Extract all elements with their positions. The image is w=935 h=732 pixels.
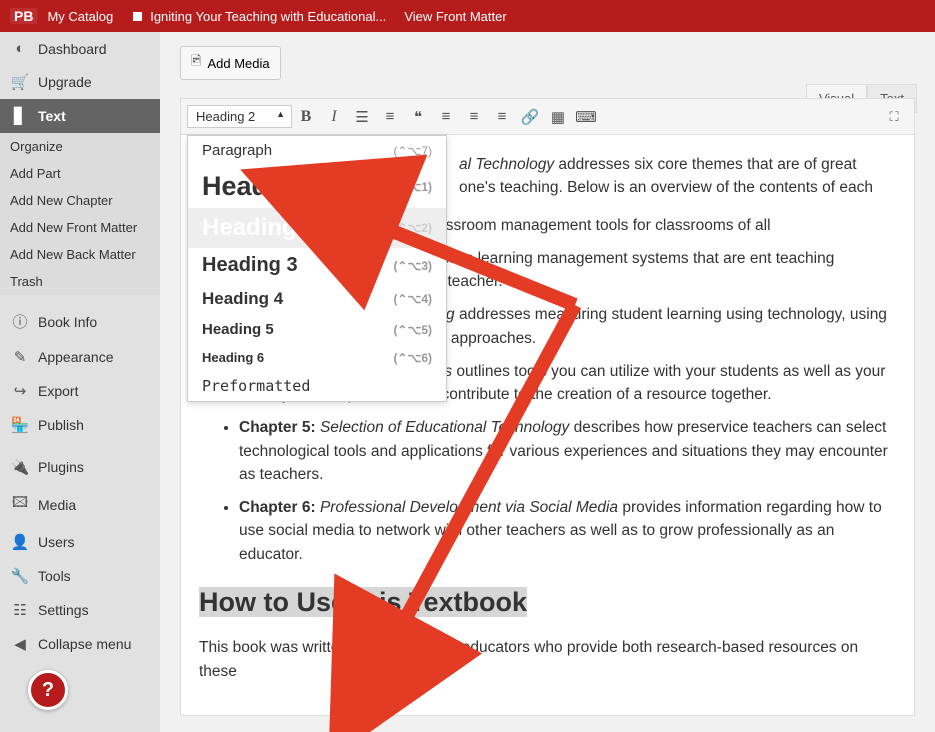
keyboard-button[interactable]: ⌨ [572,103,600,131]
numbered-list-button[interactable]: ≡ [376,103,404,131]
italic-button[interactable]: I [320,103,348,131]
format-option-h3[interactable]: Heading 3(⌃⌥3) [188,248,446,283]
format-option-h1[interactable]: Heading 1(⌃⌥1) [188,165,446,208]
export-icon: ↪ [10,382,30,400]
selected-heading: How to Use this Textbook [199,587,527,617]
media-icon: 🖾 [10,492,30,517]
link-button[interactable]: 🔗 [516,103,544,131]
my-catalog-link[interactable]: My Catalog [47,9,113,24]
book-icon: ▋ [10,107,30,125]
list-item: Chapter 6: Professional Development via … [239,496,896,566]
view-front-matter-link[interactable]: View Front Matter [404,9,506,24]
body-paragraph: This book was written by experienced edu… [199,636,896,683]
sidebar-sub-organize[interactable]: Organize [0,133,160,160]
sidebar-item-book-info[interactable]: ⓘBook Info [0,303,160,340]
sidebar-item-collapse[interactable]: ◀Collapse menu [0,627,160,661]
format-option-preformatted[interactable]: Preformatted [188,371,446,401]
editor-panel: 🖻Add Media Visual Text Heading 2 B I ☰ ≡… [160,32,935,732]
format-select-dropdown[interactable]: Heading 2 [187,105,292,128]
format-option-h6[interactable]: Heading 6(⌃⌥6) [188,344,446,371]
sidebar-sub-trash[interactable]: Trash [0,268,160,295]
sidebar-sub-add-chapter[interactable]: Add New Chapter [0,187,160,214]
align-center-button[interactable]: ≡ [460,103,488,131]
plug-icon: 🔌 [10,458,30,476]
sidebar-item-publish[interactable]: 🏪Publish [0,408,160,442]
sidebar-sub-add-front-matter[interactable]: Add New Front Matter [0,214,160,241]
sidebar-item-text[interactable]: ▋Text [0,99,160,133]
book-title-text: Igniting Your Teaching with Educational.… [150,9,386,24]
blockquote-button[interactable]: ❝ [404,103,432,131]
editor-toolbar: Heading 2 B I ☰ ≡ ❝ ≡ ≡ ≡ 🔗 ▦ ⌨ ⛶ [181,99,914,135]
wrench-icon: 🔧 [10,567,30,585]
format-dropdown: Paragraph(⌃⌥7) Heading 1(⌃⌥1) Heading 2(… [187,135,447,402]
sidebar-item-upgrade[interactable]: 🛒Upgrade [0,65,160,99]
info-icon: ⓘ [10,311,30,332]
media-icon: 🖻 [191,52,201,74]
bullet-list-button[interactable]: ☰ [348,103,376,131]
help-fab[interactable]: ? [28,670,68,710]
add-media-button[interactable]: 🖻Add Media [180,46,281,80]
admin-top-bar: PB My Catalog Igniting Your Teaching wit… [0,0,935,32]
pb-logo[interactable]: PB [10,8,37,24]
sidebar-sub-add-back-matter[interactable]: Add New Back Matter [0,241,160,268]
sidebar-item-dashboard[interactable]: ◐Dashboard [0,32,160,65]
format-option-h2[interactable]: Heading 2(⌃⌥2) [188,208,446,248]
align-left-button[interactable]: ≡ [432,103,460,131]
format-option-paragraph[interactable]: Paragraph(⌃⌥7) [188,136,446,165]
cart-icon: 🛒 [10,73,30,91]
format-option-h4[interactable]: Heading 4(⌃⌥4) [188,283,446,315]
list-item: Chapter 5: Selection of Educational Tech… [239,416,896,486]
store-icon: 🏪 [10,416,30,434]
collapse-icon: ◀ [10,635,30,653]
sidebar-sub-add-part[interactable]: Add Part [0,160,160,187]
bold-button[interactable]: B [292,103,320,131]
fullscreen-button[interactable]: ⛶ [880,103,908,131]
format-option-h5[interactable]: Heading 5(⌃⌥5) [188,315,446,344]
align-right-button[interactable]: ≡ [488,103,516,131]
more-button[interactable]: ▦ [544,103,572,131]
dashboard-icon: ◐ [10,40,30,57]
admin-sidebar: ◐Dashboard 🛒Upgrade ▋Text Organize Add P… [0,32,160,732]
sidebar-item-plugins[interactable]: 🔌Plugins [0,450,160,484]
sliders-icon: ☷ [10,601,30,619]
user-icon: 👤 [10,533,30,551]
sidebar-item-settings[interactable]: ☷Settings [0,593,160,627]
sidebar-item-media[interactable]: 🖾Media [0,484,160,525]
sidebar-item-tools[interactable]: 🔧Tools [0,559,160,593]
sidebar-item-appearance[interactable]: ✎Appearance [0,340,160,374]
sidebar-item-export[interactable]: ↪Export [0,374,160,408]
book-title-link[interactable]: Igniting Your Teaching with Educational.… [131,9,386,24]
brush-icon: ✎ [10,348,30,366]
sidebar-item-users[interactable]: 👤Users [0,525,160,559]
